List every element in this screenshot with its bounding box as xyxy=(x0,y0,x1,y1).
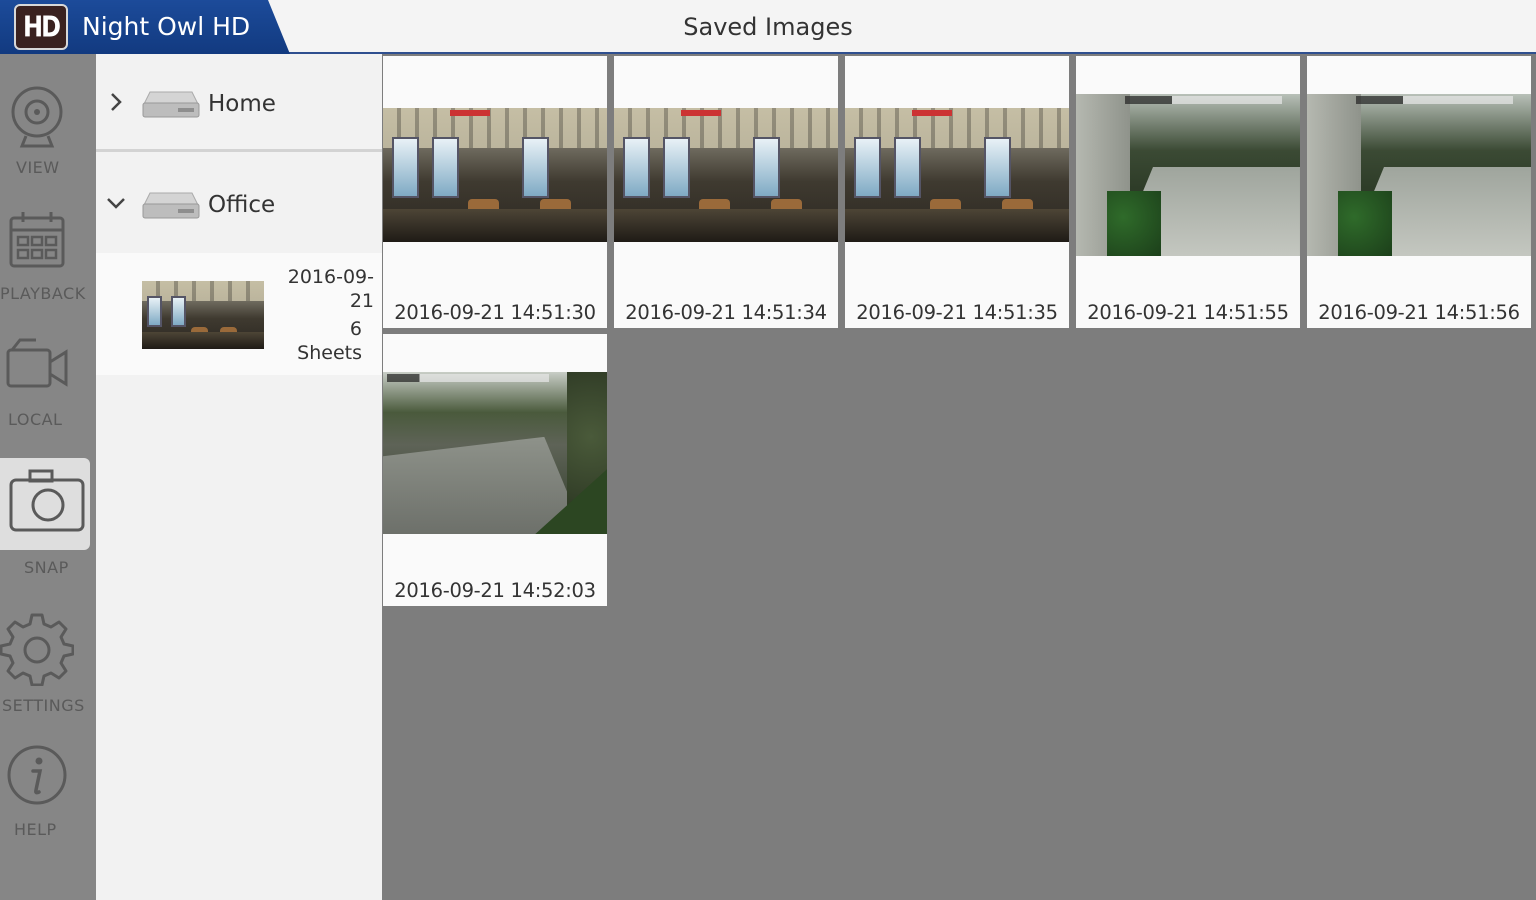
chevron-right-icon[interactable] xyxy=(106,90,126,114)
image-thumbnail xyxy=(1076,94,1300,256)
dvr-icon xyxy=(142,192,200,219)
image-caption: 2016-09-21 14:51:35 xyxy=(856,301,1058,324)
image-thumbnail xyxy=(614,108,838,242)
info-icon xyxy=(7,745,67,805)
title-bar: HD Night Owl HD Saved Images xyxy=(0,0,1536,54)
saved-images-grid: 2016-09-21 14:51:30 2016-09-21 14:51:34 … xyxy=(382,54,1536,900)
device-row-home[interactable]: Home xyxy=(96,54,382,152)
nav-label-playback: PLAYBACK xyxy=(0,284,86,303)
nav-item-view[interactable]: VIEW xyxy=(0,84,96,204)
date-group-date: 2016-09-21 xyxy=(287,266,374,312)
image-caption: 2016-09-21 14:51:55 xyxy=(1087,301,1289,324)
nav-rail: VIEW PLAYBACK LOCAL SNAP SETTINGS HELP xyxy=(0,54,96,900)
image-caption: 2016-09-21 14:52:03 xyxy=(394,579,596,602)
image-caption: 2016-09-21 14:51:34 xyxy=(625,301,827,324)
image-thumbnail xyxy=(383,372,607,534)
date-group-count-unit: Sheets xyxy=(297,342,362,364)
image-tile[interactable]: 2016-09-21 14:51:56 xyxy=(1307,56,1531,328)
image-caption: 2016-09-21 14:51:56 xyxy=(1318,301,1520,324)
calendar-icon xyxy=(9,212,65,268)
camera-dome-icon xyxy=(11,86,63,148)
image-thumbnail xyxy=(383,108,607,242)
date-group-thumbnail xyxy=(142,281,264,349)
image-tile[interactable]: 2016-09-21 14:51:55 xyxy=(1076,56,1300,328)
device-tree: Home Office 2016-09-21 6 Sheets xyxy=(96,54,382,900)
device-name-home: Home xyxy=(208,91,276,117)
dvr-icon xyxy=(142,91,200,118)
page-title: Saved Images xyxy=(683,13,853,41)
nav-label-help: HELP xyxy=(14,820,57,839)
nav-item-snap[interactable]: SNAP xyxy=(0,458,96,588)
nav-item-playback[interactable]: PLAYBACK xyxy=(0,210,96,330)
chevron-down-icon[interactable] xyxy=(104,193,128,213)
nav-item-local[interactable]: LOCAL xyxy=(0,336,96,456)
date-group-count: 6 Sheets xyxy=(297,317,362,365)
nav-label-settings: SETTINGS xyxy=(2,696,85,715)
photo-camera-icon xyxy=(9,469,85,532)
nav-label-snap: SNAP xyxy=(24,558,69,577)
image-tile[interactable]: 2016-09-21 14:51:30 xyxy=(383,56,607,328)
nav-item-help[interactable]: HELP xyxy=(0,744,96,868)
video-camera-icon xyxy=(6,338,68,388)
image-tile[interactable]: 2016-09-21 14:51:35 xyxy=(845,56,1069,328)
nav-label-view: VIEW xyxy=(16,158,60,177)
image-caption: 2016-09-21 14:51:30 xyxy=(394,301,596,324)
nav-label-local: LOCAL xyxy=(8,410,63,429)
image-thumbnail xyxy=(1307,94,1531,256)
device-name-office: Office xyxy=(208,192,276,218)
image-thumbnail xyxy=(845,108,1069,242)
image-tile[interactable]: 2016-09-21 14:51:34 xyxy=(614,56,838,328)
device-row-office[interactable]: Office xyxy=(96,155,382,253)
date-group-count-value: 6 xyxy=(349,318,362,340)
nav-item-settings[interactable]: SETTINGS xyxy=(0,612,96,736)
image-tile[interactable]: 2016-09-21 14:52:03 xyxy=(383,334,607,606)
gear-icon xyxy=(0,613,74,686)
date-group-item[interactable]: 2016-09-21 6 Sheets xyxy=(96,253,382,375)
